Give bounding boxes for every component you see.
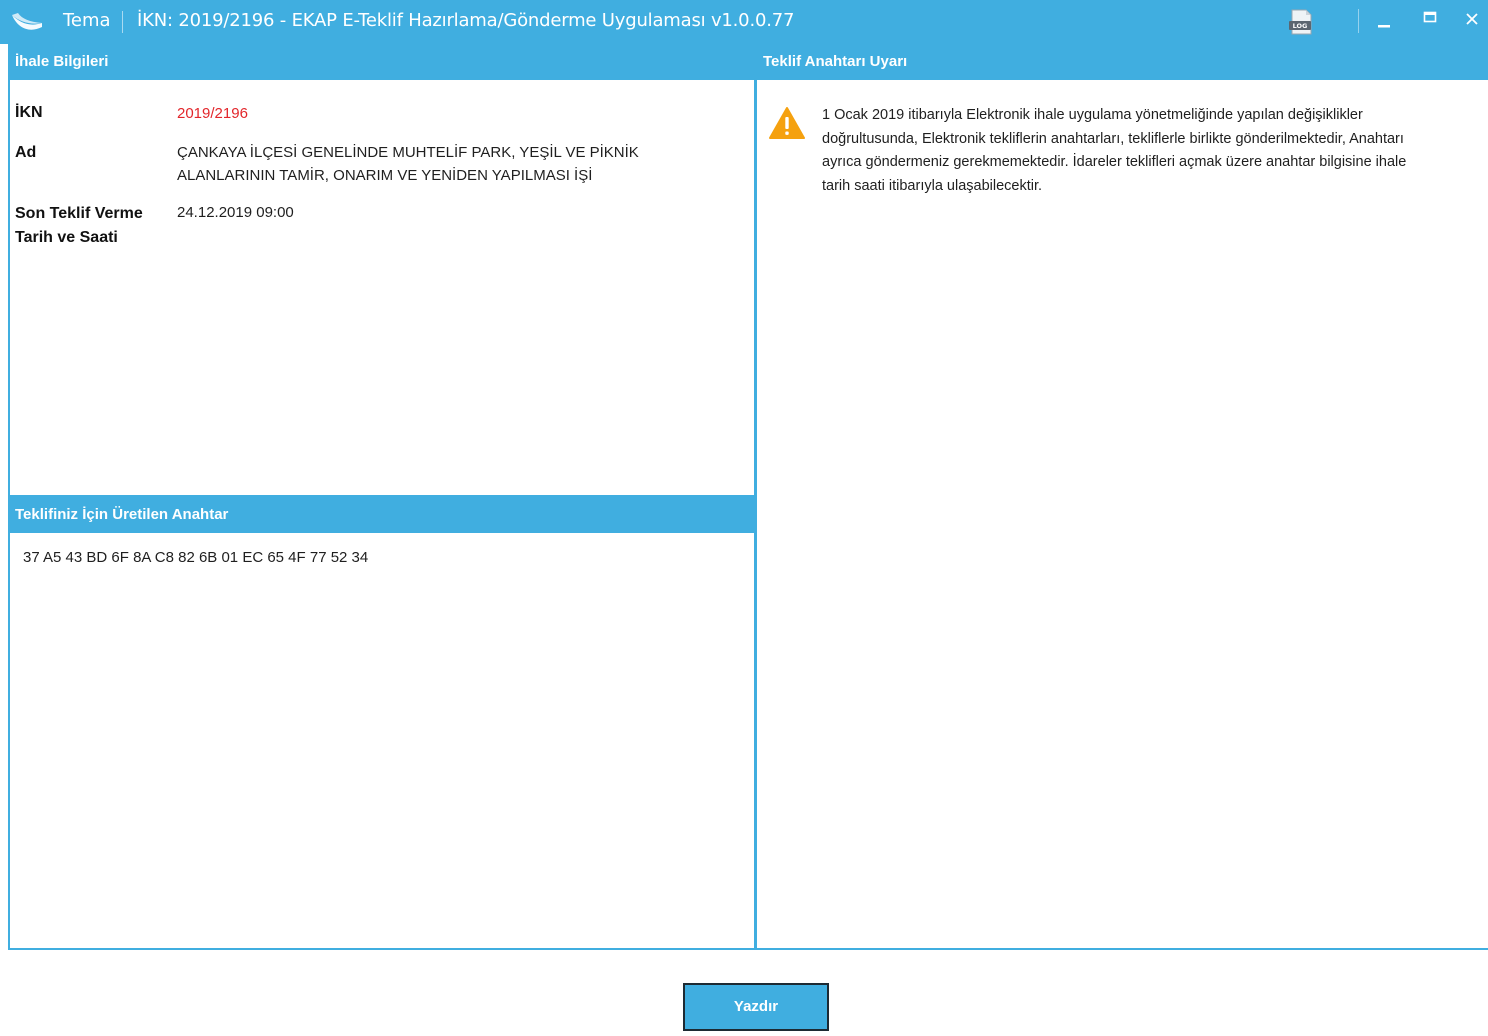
log-label: LOG bbox=[1293, 22, 1308, 30]
anahtar-value[interactable]: 37 A5 43 BD 6F 8A C8 82 6B 01 EC 65 4F 7… bbox=[23, 547, 368, 569]
ihale-bilgileri-header: İhale Bilgileri bbox=[8, 44, 756, 80]
title-bar: Tema İKN: 2019/2196 - EKAP E-Teklif Hazı… bbox=[0, 0, 1488, 44]
ikn-label: İKN bbox=[15, 104, 43, 121]
uyari-text: 1 Ocak 2019 itibarıyla Elektronik ihale … bbox=[822, 107, 1407, 194]
ihale-bilgileri-panel: İKN 2019/2196 Ad ÇANKAYA İLÇESİ GENELİND… bbox=[8, 80, 756, 497]
ad-label: Ad bbox=[15, 144, 37, 161]
uyari-header: Teklif Anahtarı Uyarı bbox=[756, 44, 1488, 80]
minimize-icon[interactable] bbox=[1366, 0, 1402, 40]
ad-value: ÇANKAYA İLÇESİ GENELİNDE MUHTELİF PARK, … bbox=[177, 144, 639, 184]
uyari-panel: 1 Ocak 2019 itibarıyla Elektronik ihale … bbox=[755, 80, 1488, 950]
son-teklif-label: Son Teklif Verme Tarih ve Saati bbox=[15, 205, 143, 246]
app-logo-icon bbox=[12, 13, 42, 30]
son-teklif-value: 24.12.2019 09:00 bbox=[177, 204, 294, 221]
window-title: İKN: 2019/2196 - EKAP E-Teklif Hazırlama… bbox=[137, 10, 795, 31]
maximize-icon[interactable] bbox=[1412, 0, 1448, 40]
theme-menu[interactable]: Tema bbox=[63, 10, 111, 32]
log-file-icon[interactable]: LOG bbox=[1286, 8, 1316, 36]
title-separator-2 bbox=[1358, 9, 1359, 33]
ikn-value: 2019/2196 bbox=[177, 105, 248, 122]
anahtar-header: Teklifiniz İçin Üretilen Anahtar bbox=[8, 497, 755, 533]
print-button[interactable]: Yazdır bbox=[683, 983, 829, 1031]
anahtar-panel: 37 A5 43 BD 6F 8A C8 82 6B 01 EC 65 4F 7… bbox=[8, 533, 756, 950]
close-icon[interactable] bbox=[1458, 0, 1488, 40]
title-separator bbox=[122, 11, 123, 33]
warning-icon bbox=[769, 107, 805, 139]
